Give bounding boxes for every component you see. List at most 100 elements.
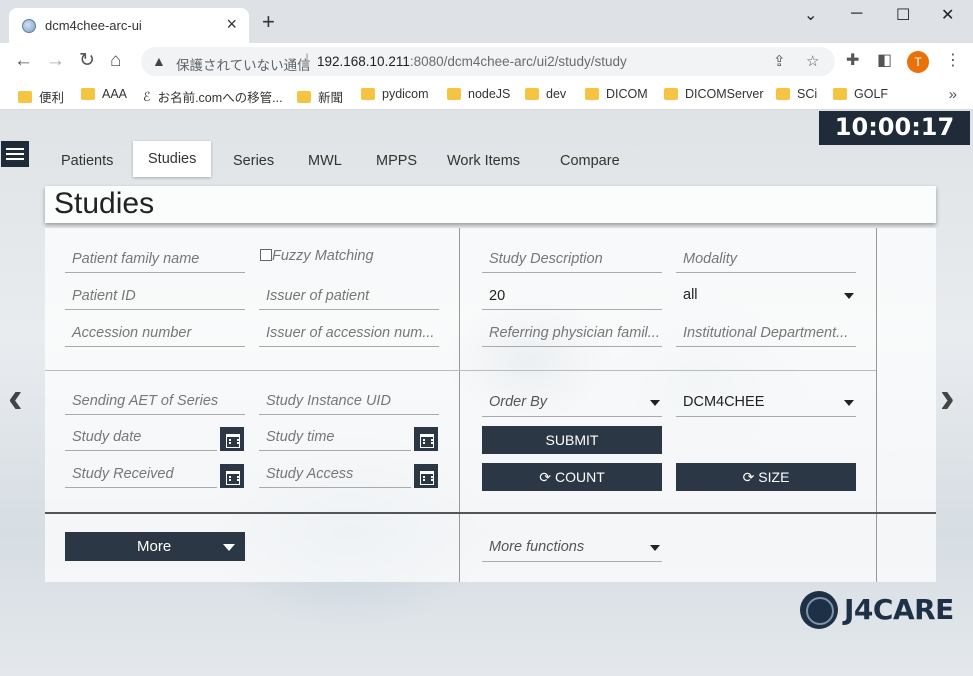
omnibox[interactable]: ▲ 保護されていない通信 | 192.168.10.211:8080/dcm4c…: [141, 47, 835, 76]
aet-select[interactable]: DCM4CHEE: [676, 389, 856, 417]
submit-button[interactable]: SUBMIT: [482, 426, 662, 454]
bookmark-item[interactable]: dev: [525, 87, 566, 101]
tab-work-items[interactable]: Work Items: [447, 153, 520, 169]
close-window-button[interactable]: ✕: [941, 5, 954, 25]
tab-compare[interactable]: Compare: [560, 153, 620, 169]
browser-tab[interactable]: dcm4chee-arc-ui ×: [9, 8, 249, 43]
bookmark-item[interactable]: SCi: [776, 87, 817, 101]
caret-down-icon: [223, 544, 235, 551]
hamburger-menu-icon[interactable]: [1, 141, 29, 167]
tab-mpps[interactable]: MPPS: [376, 153, 417, 169]
bookmarks-bar: 便利 AAA ℰ お名前.comへの移管... 新聞 pydicom nodeJS…: [0, 80, 973, 110]
issuer-of-accession-input[interactable]: Issuer of accession num...: [259, 321, 439, 347]
bookmark-item[interactable]: nodeJS: [447, 87, 510, 101]
order-by-label: Order By: [489, 394, 548, 410]
bookmark-item[interactable]: DICOM: [585, 87, 648, 101]
folder-icon: [297, 90, 311, 103]
address-bar-row: ← → ↻ ⌂ ▲ 保護されていない通信 | 192.168.10.211:80…: [0, 43, 973, 80]
tab-series[interactable]: Series: [233, 153, 274, 169]
aet-select-value: DCM4CHEE: [683, 394, 765, 410]
profile-avatar[interactable]: T: [907, 51, 929, 73]
side-panel-icon[interactable]: ◧: [877, 50, 892, 70]
study-date-input[interactable]: Study date: [65, 425, 217, 451]
minimize-button[interactable]: ─: [851, 5, 862, 23]
sending-aet-input[interactable]: Sending AET of Series: [65, 389, 245, 415]
chevron-left-icon[interactable]: ‹: [8, 376, 23, 420]
folder-icon: [833, 88, 847, 100]
bookmarks-overflow-button[interactable]: »: [949, 86, 957, 103]
bookmark-item[interactable]: GOLF: [833, 87, 888, 101]
study-received-input[interactable]: Study Received: [65, 462, 217, 488]
bookmark-label: DICOM: [606, 87, 648, 101]
limit-input[interactable]: 20: [482, 284, 662, 310]
bookmark-label: 便利: [39, 91, 65, 105]
bookmark-item[interactable]: 新聞: [297, 87, 343, 106]
bookmark-item[interactable]: AAA: [81, 87, 127, 101]
url-text[interactable]: 192.168.10.211:8080/dcm4chee-arc/ui2/stu…: [317, 54, 627, 69]
back-icon[interactable]: ←: [14, 51, 33, 70]
bookmark-item[interactable]: pydicom: [361, 87, 429, 101]
refresh-icon: ⟳: [742, 469, 755, 485]
folder-icon: [447, 88, 461, 100]
menu-kebab-icon[interactable]: ⋮: [945, 50, 961, 70]
caret-down-icon: [844, 400, 854, 406]
more-functions-select[interactable]: More functions: [482, 534, 662, 562]
bookmark-item[interactable]: DICOMServer: [664, 87, 763, 101]
bookmark-item[interactable]: 便利: [18, 87, 64, 106]
modality-select[interactable]: all: [676, 282, 856, 310]
count-button[interactable]: ⟳ COUNT: [482, 463, 662, 491]
more-button[interactable]: More: [65, 532, 245, 561]
security-label[interactable]: 保護されていない通信: [176, 54, 311, 74]
more-label: More: [137, 538, 172, 555]
calendar-icon[interactable]: [220, 427, 244, 451]
tab-mwl[interactable]: MWL: [308, 153, 342, 169]
caret-down-icon: [650, 545, 660, 551]
issuer-of-patient-input[interactable]: Issuer of patient: [259, 284, 439, 310]
tab-search-icon[interactable]: ⌄: [804, 5, 817, 25]
logo-text: J4CARE: [844, 593, 954, 626]
bookmark-label: AAA: [102, 87, 128, 101]
j4care-logo: J4CARE: [800, 591, 954, 631]
home-icon[interactable]: ⌂: [110, 51, 121, 70]
folder-icon: [585, 88, 599, 100]
study-access-input[interactable]: Study Access: [259, 462, 411, 488]
study-time-input[interactable]: Study time: [259, 425, 411, 451]
patient-id-input[interactable]: Patient ID: [65, 284, 245, 310]
modality-input[interactable]: Modality: [676, 247, 856, 273]
warning-icon[interactable]: ▲: [152, 53, 166, 69]
caret-down-icon: [844, 293, 854, 299]
size-button[interactable]: ⟳ SIZE: [676, 463, 856, 491]
forward-icon[interactable]: →: [46, 51, 65, 70]
close-tab-icon[interactable]: ×: [226, 14, 237, 35]
tab-patients[interactable]: Patients: [61, 153, 113, 169]
maximize-button[interactable]: ☐: [896, 5, 910, 25]
patient-family-name-input[interactable]: Patient family name: [65, 247, 245, 273]
extensions-icon[interactable]: ✚: [846, 50, 859, 70]
referring-physician-input[interactable]: Referring physician famil...: [482, 321, 662, 347]
chevron-right-icon[interactable]: ›: [940, 376, 955, 420]
share-icon[interactable]: ⇪: [773, 52, 786, 70]
folder-icon: [18, 90, 32, 103]
bookmark-label: DICOMServer: [685, 87, 764, 101]
star-icon[interactable]: ☆: [806, 52, 819, 70]
bookmark-label: nodeJS: [468, 87, 511, 101]
calendar-icon[interactable]: [220, 464, 244, 488]
bookmark-item[interactable]: ℰ お名前.comへの移管...: [143, 87, 283, 106]
new-tab-button[interactable]: +: [262, 11, 275, 33]
accession-number-input[interactable]: Accession number: [65, 321, 245, 347]
study-description-input[interactable]: Study Description: [482, 247, 662, 273]
tab-studies[interactable]: Studies: [133, 141, 212, 177]
calendar-icon[interactable]: [414, 427, 438, 451]
url-path: :8080/dcm4chee-arc/ui2/study/study: [409, 54, 627, 69]
divider: [876, 228, 877, 582]
reload-icon[interactable]: ↻: [79, 51, 95, 70]
order-by-select[interactable]: Order By: [482, 389, 662, 417]
institutional-department-input[interactable]: Institutional Department...: [676, 321, 856, 347]
bookmark-label: pydicom: [382, 87, 429, 101]
divider: [459, 228, 460, 582]
fuzzy-matching-label: Fuzzy Matching: [272, 248, 374, 264]
fuzzy-matching-checkbox[interactable]: [260, 249, 272, 261]
caret-down-icon: [650, 400, 660, 406]
calendar-icon[interactable]: [414, 464, 438, 488]
study-instance-uid-input[interactable]: Study Instance UID: [259, 389, 439, 415]
